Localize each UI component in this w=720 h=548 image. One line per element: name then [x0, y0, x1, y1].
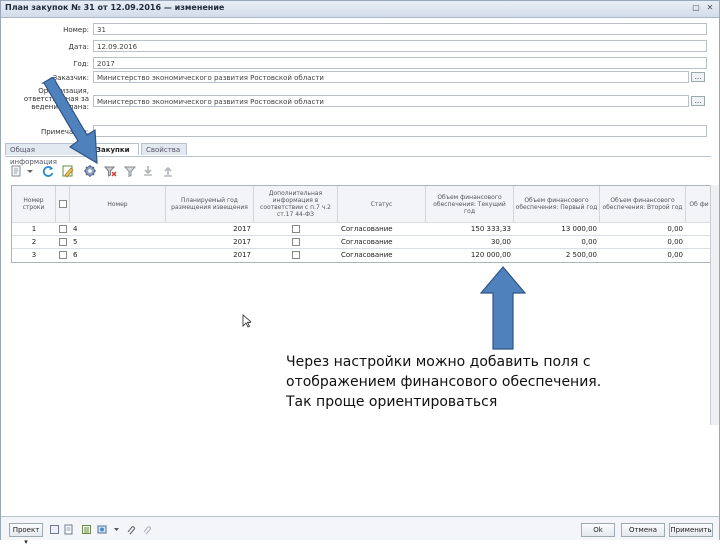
cancel-button[interactable]: Отмена: [621, 523, 665, 537]
mouse-cursor-icon: [242, 314, 251, 328]
planned-year-cell: 2017: [233, 251, 251, 259]
col-planned-year[interactable]: Планируемый год размещения извещения: [166, 186, 254, 222]
col-fin-current-year[interactable]: Объем финансового обеспечения: Текущий г…: [426, 186, 514, 222]
row-checkbox-cell[interactable]: [56, 249, 70, 262]
window-title: План закупок № 31 от 12.09.2016 — измене…: [5, 3, 225, 12]
filter-icon[interactable]: [123, 164, 137, 178]
number-cell: 6: [73, 251, 78, 259]
title-bar: План закупок № 31 от 12.09.2016 — измене…: [1, 1, 719, 18]
note-field[interactable]: [93, 125, 707, 137]
col-number[interactable]: Номер: [70, 186, 166, 222]
date-field[interactable]: 12.09.2016: [93, 40, 707, 52]
dropdown-icon[interactable]: [23, 164, 37, 178]
print-icon[interactable]: [49, 524, 60, 535]
project-dropdown-button[interactable]: Проект ▾: [9, 523, 43, 546]
organization-field[interactable]: Министерство экономического развития Рос…: [93, 95, 689, 107]
customer-select-button[interactable]: ...: [691, 72, 705, 82]
table-row[interactable]: 1 4 2017 Согласование 150 333,33 13 000,…: [12, 222, 712, 236]
additional-info-checkbox[interactable]: [292, 225, 300, 233]
table-row[interactable]: 2 5 2017 Согласование 30,00 0,00 0,00: [12, 235, 712, 249]
tab-properties[interactable]: Свойства: [141, 143, 187, 155]
close-icon[interactable]: ✕: [705, 3, 715, 13]
row-checkbox[interactable]: [59, 238, 67, 246]
year-label: Год:: [73, 60, 89, 68]
ok-button[interactable]: Ok: [581, 523, 615, 537]
col-fin-second-year[interactable]: Объем финансового обеспечения: Второй го…: [600, 186, 686, 222]
number-field[interactable]: 31: [93, 23, 707, 35]
col-additional-info[interactable]: Дополнительная информация в соответствии…: [254, 186, 338, 222]
purchases-grid: Номер строки Номер Планируемый год разме…: [11, 185, 713, 263]
additional-info-checkbox[interactable]: [292, 251, 300, 259]
maximize-icon[interactable]: ▢: [691, 3, 701, 13]
dropdown-small-icon[interactable]: [111, 524, 122, 535]
vertical-scrollbar[interactable]: [710, 185, 719, 425]
export-icon[interactable]: [97, 524, 108, 535]
date-label: Дата:: [68, 43, 89, 51]
col-fin-first-year[interactable]: Объем финансового обеспечения: Первый го…: [514, 186, 600, 222]
customer-field[interactable]: Министерство экономического развития Рос…: [93, 71, 689, 83]
additional-info-checkbox[interactable]: [292, 238, 300, 246]
status-cell: Согласование: [341, 251, 393, 259]
annotation-line-3: Так проще ориентироваться: [286, 394, 498, 410]
arrow-to-fin-columns-icon: [479, 266, 527, 350]
additional-info-cell[interactable]: [254, 249, 338, 262]
fin-first-cell: 2 500,00: [565, 251, 597, 259]
fin-second-cell: 0,00: [667, 251, 683, 259]
tab-strip: Общая информация Закупки Свойства: [5, 143, 711, 166]
year-field[interactable]: 2017: [93, 57, 707, 69]
col-status[interactable]: Статус: [338, 186, 426, 222]
select-all-checkbox[interactable]: [58, 200, 67, 208]
number-label: Номер:: [63, 26, 89, 34]
bottom-bar: Проект ▾ Ok Отмена Применить: [1, 516, 719, 546]
apply-button[interactable]: Применить: [669, 523, 713, 537]
plan-edit-window: План закупок № 31 от 12.09.2016 — измене…: [0, 0, 720, 546]
fin-current-cell: 120 000,00: [470, 251, 511, 259]
arrow-to-settings-icon: [40, 77, 98, 165]
annotation-line-1: Через настройки можно добавить поля с: [286, 354, 591, 370]
new-doc-icon[interactable]: [9, 164, 23, 178]
row-checkbox[interactable]: [59, 251, 67, 259]
table-row[interactable]: 3 6 2017 Согласование 120 000,00 2 500,0…: [12, 248, 712, 262]
row-number-cell: 3: [31, 251, 37, 259]
list-icon[interactable]: [81, 524, 92, 535]
document-icon[interactable]: [63, 524, 74, 535]
organization-select-button[interactable]: ...: [691, 96, 705, 106]
attach-disabled-icon[interactable]: [141, 524, 152, 535]
annotation-line-2: отображением финансового обеспечения.: [286, 374, 602, 390]
attach-icon[interactable]: [125, 524, 136, 535]
download-icon[interactable]: [141, 164, 155, 178]
col-row-number[interactable]: Номер строки: [12, 186, 56, 222]
col-fin-truncated[interactable]: Об фи: [686, 186, 712, 222]
row-checkbox[interactable]: [59, 225, 67, 233]
upload-icon[interactable]: [161, 164, 175, 178]
col-select-all[interactable]: [56, 186, 70, 222]
annotation-text: Через настройки можно добавить поля с от…: [286, 352, 646, 412]
